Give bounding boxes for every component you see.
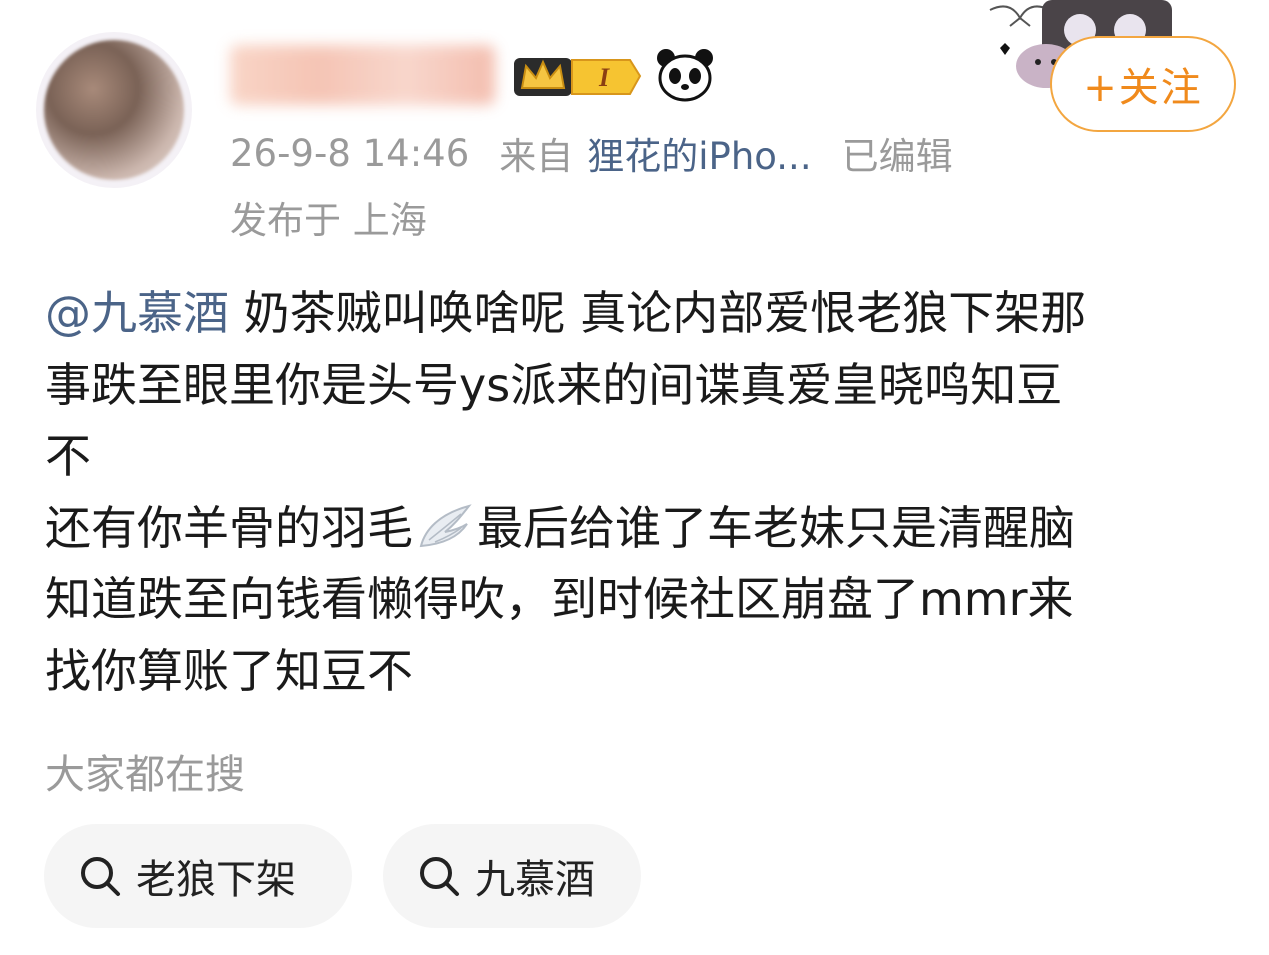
post-line: @九慕酒 奶茶贼叫唤啥呢 真论内部爱恨老狼下架那	[45, 278, 1245, 350]
search-icon	[81, 857, 120, 896]
post-text: 事跌至眼里你是头号ys派来的间谍真爱皇晓鸣知豆	[45, 357, 1063, 412]
post-line: 不	[45, 421, 1245, 493]
mention-link[interactable]: @九慕酒	[45, 286, 229, 340]
wing-icon	[419, 503, 472, 547]
post-text: 最后给谁了车老妹只是清醒脑	[477, 500, 1075, 555]
follow-button[interactable]: +关注	[1050, 36, 1236, 132]
post-meta: 26-9-8 14:46 来自 狸花的iPho... 已编辑	[230, 126, 953, 180]
panda-icon	[657, 49, 713, 102]
device-link[interactable]: 狸花的iPho...	[587, 126, 811, 180]
source-label: 来自	[499, 135, 574, 178]
post-line: 找你算账了知豆不	[45, 636, 1245, 708]
post-time: 26-9-8 14:46	[230, 131, 470, 175]
post-text: 找你算账了知豆不	[45, 643, 413, 698]
post-line: 还有你羊骨的羽毛 最后给谁了车老妹只是清醒脑	[45, 493, 1245, 565]
avatar[interactable]	[44, 40, 184, 180]
trending-title: 大家都在搜	[45, 752, 245, 798]
search-chip-label: 九慕酒	[475, 857, 595, 903]
post-text: 知道跌至向钱看懒得吹，到时候社区崩盘了mmr来	[45, 572, 1074, 626]
search-chip[interactable]: 老狼下架	[44, 824, 352, 928]
crown-icon: I	[514, 58, 642, 96]
post-content: @九慕酒 奶茶贼叫唤啥呢 真论内部爱恨老狼下架那 事跌至眼里你是头号ys派来的间…	[45, 278, 1245, 707]
edited-label[interactable]: 已编辑	[842, 126, 953, 180]
post-line: 事跌至眼里你是头号ys派来的间谍真爱皇晓鸣知豆	[45, 350, 1245, 422]
username-blurred[interactable]	[230, 45, 495, 105]
post-line: 知道跌至向钱看懒得吹，到时候社区崩盘了mmr来	[45, 564, 1245, 636]
post-text: 不	[45, 429, 91, 483]
search-chip[interactable]: 九慕酒	[383, 824, 641, 928]
post-text: 奶茶贼叫唤啥呢 真论内部爱恨老狼下架那	[229, 286, 1087, 340]
badge-level: I	[598, 63, 610, 92]
post-location: 发布于 上海	[230, 199, 427, 242]
search-icon	[420, 857, 459, 896]
search-chip-label: 老狼下架	[136, 857, 296, 903]
post-text: 还有你羊骨的羽毛	[45, 500, 413, 555]
